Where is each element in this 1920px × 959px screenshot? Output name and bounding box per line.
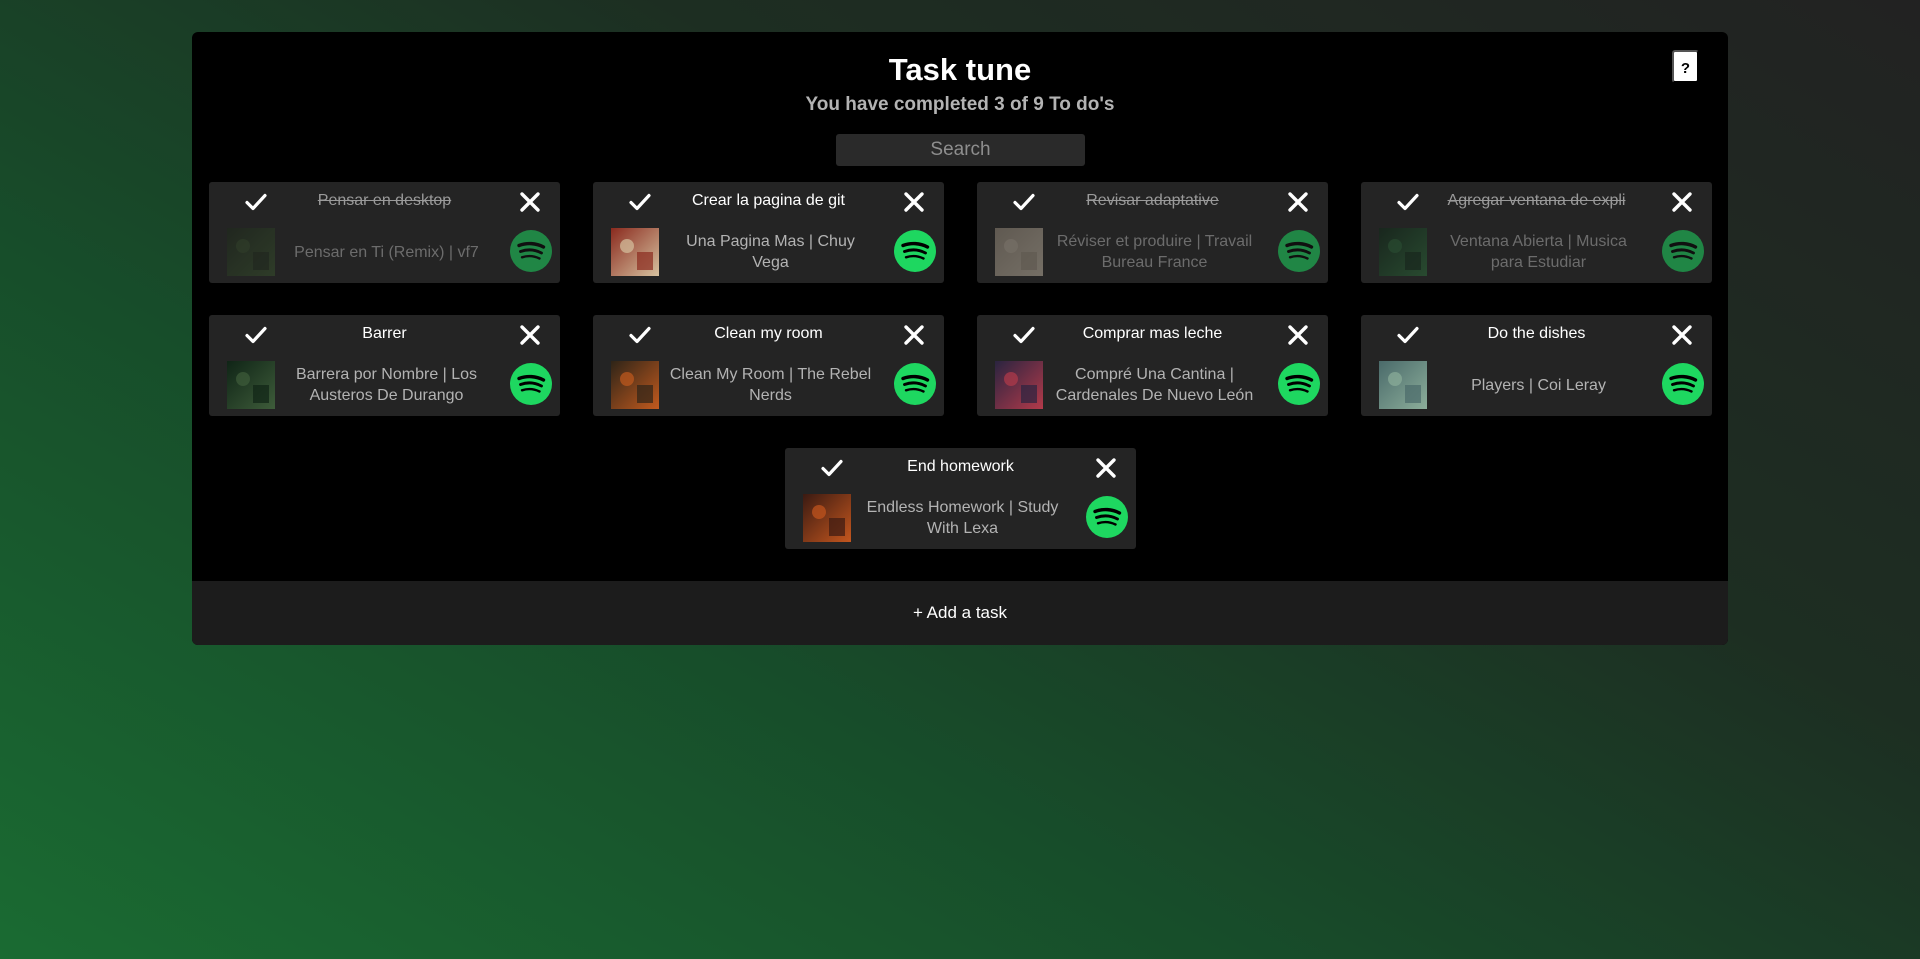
song-label: Una Pagina Mas | Chuy Vega: [686, 233, 855, 271]
song-label: Pensar en Ti (Remix) | vf7: [294, 243, 479, 261]
page-title: Task tune: [888, 52, 1032, 87]
album-cover-image: [995, 361, 1043, 409]
task-name: Crear la pagina de git: [692, 192, 845, 209]
album-cover-image: [611, 228, 659, 276]
task-name: Clean my room: [714, 325, 823, 342]
spotify-icon[interactable]: [1662, 363, 1704, 405]
close-icon[interactable]: [1286, 190, 1310, 214]
check-icon[interactable]: [244, 323, 268, 347]
task-name: Pensar en desktop: [317, 192, 452, 209]
check-icon[interactable]: [628, 190, 652, 214]
close-icon[interactable]: [518, 323, 542, 347]
album-cover-image: [803, 494, 851, 542]
spotify-icon[interactable]: [894, 230, 936, 272]
close-icon[interactable]: [902, 190, 926, 214]
album-cover-image: [227, 228, 275, 276]
song-label: Compré Una Cantina | Cardenales De Nuevo…: [1055, 366, 1254, 404]
completion-status: You have completed 3 of 9 To do's: [805, 94, 1115, 115]
close-icon[interactable]: [1094, 456, 1118, 480]
album-cover-image: [611, 361, 659, 409]
task-card: Pensar en desktop Pensar en Ti (Remix) |…: [209, 182, 560, 283]
task-card: Revisar adaptative Réviser et produire |…: [977, 182, 1328, 283]
task-name: Barrer: [362, 325, 407, 342]
check-icon[interactable]: [1396, 190, 1420, 214]
spotify-icon[interactable]: [510, 363, 552, 405]
check-icon[interactable]: [244, 190, 268, 214]
album-cover-image: [227, 361, 275, 409]
spotify-icon[interactable]: [894, 363, 936, 405]
song-label: Clean My Room | The Rebel Nerds: [669, 366, 872, 404]
album-cover-image: [995, 228, 1043, 276]
task-card: Clean my room Clean My Room | The Rebel …: [593, 315, 944, 416]
close-icon[interactable]: [1286, 323, 1310, 347]
task-card: Comprar mas leche Compré Una Cantina | C…: [977, 315, 1328, 416]
close-icon[interactable]: [1670, 190, 1694, 214]
spotify-icon[interactable]: [510, 230, 552, 272]
check-icon[interactable]: [628, 323, 652, 347]
task-card: Crear la pagina de git Una Pagina Mas | …: [593, 182, 944, 283]
task-card: Do the dishes Players | Coi Leray: [1361, 315, 1712, 416]
album-cover-image: [1379, 361, 1427, 409]
task-tune-app: ? Task tune You have completed 3 of 9 To…: [192, 32, 1728, 645]
add-task-button[interactable]: + Add a task: [192, 581, 1728, 645]
close-icon[interactable]: [518, 190, 542, 214]
search-input[interactable]: [836, 134, 1085, 166]
album-cover-image: [1379, 228, 1427, 276]
task-name: End homework: [907, 458, 1014, 475]
spotify-icon[interactable]: [1662, 230, 1704, 272]
spotify-icon[interactable]: [1278, 363, 1320, 405]
task-card: Agregar ventana de expli Ventana Abierta…: [1361, 182, 1712, 283]
task-card: End homework Endless Homework | Study Wi…: [785, 448, 1136, 549]
task-name: Comprar mas leche: [1082, 325, 1223, 342]
song-label: Players | Coi Leray: [1471, 376, 1606, 394]
task-name: Do the dishes: [1487, 325, 1586, 342]
song-label: Endless Homework | Study With Lexa: [866, 499, 1059, 537]
song-label: Réviser et produire | Travail Bureau Fra…: [1056, 233, 1253, 271]
check-icon[interactable]: [820, 456, 844, 480]
task-name: Agregar ventana de expli: [1447, 192, 1626, 209]
song-label: Barrera por Nombre | Los Austeros De Dur…: [295, 366, 478, 404]
spotify-icon[interactable]: [1086, 496, 1128, 538]
task-name: Revisar adaptative: [1086, 192, 1219, 209]
check-icon[interactable]: [1396, 323, 1420, 347]
spotify-icon[interactable]: [1278, 230, 1320, 272]
song-label: Ventana Abierta | Musica para Estudiar: [1450, 233, 1627, 271]
close-icon[interactable]: [902, 323, 926, 347]
check-icon[interactable]: [1012, 323, 1036, 347]
close-icon[interactable]: [1670, 323, 1694, 347]
check-icon[interactable]: [1012, 190, 1036, 214]
task-card: Barrer Barrera por Nombre | Los Austeros…: [209, 315, 560, 416]
